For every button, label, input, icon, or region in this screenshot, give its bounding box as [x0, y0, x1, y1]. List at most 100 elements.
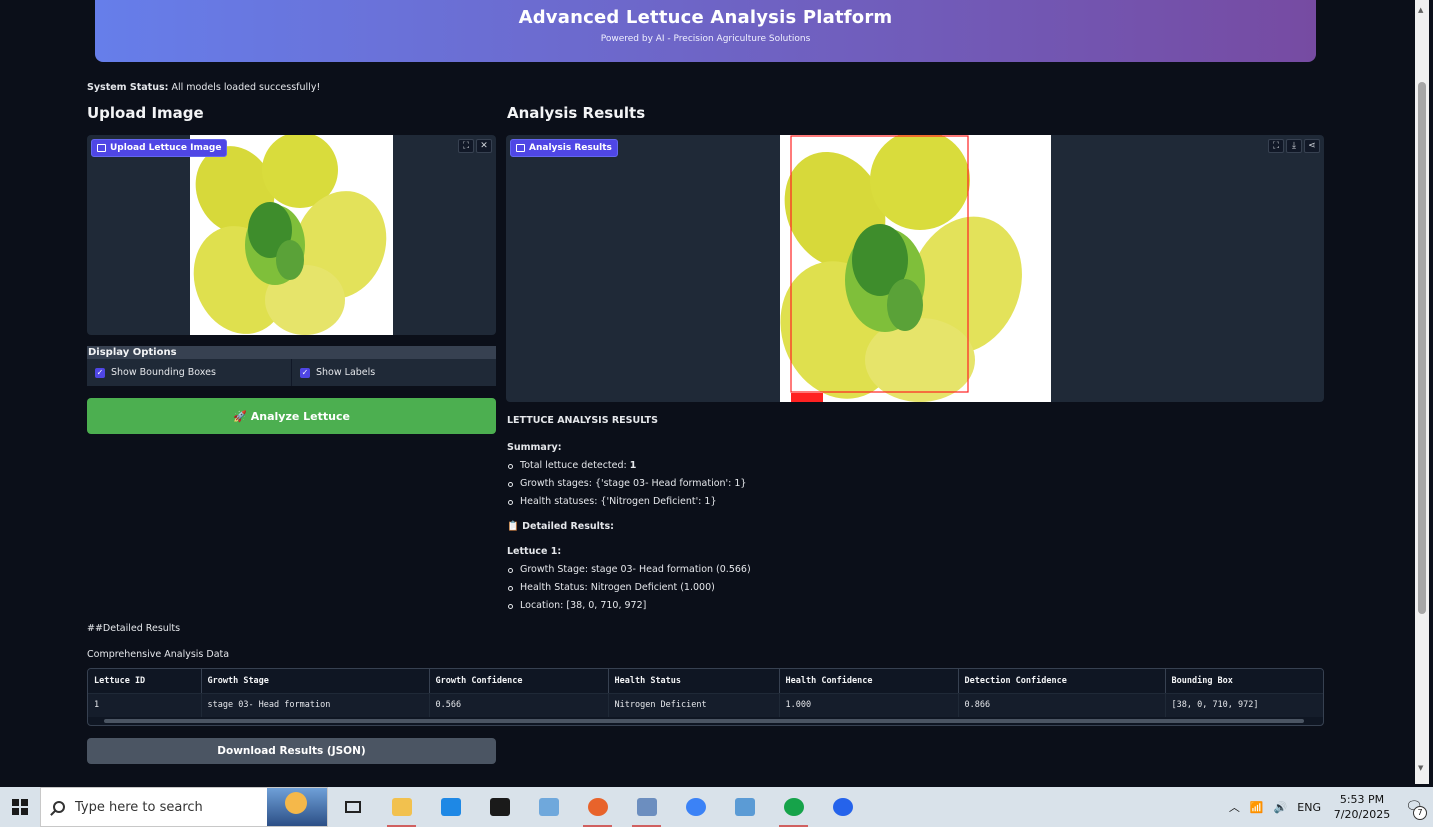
list-item: Growth stages: {'stage 03- Head formatio… — [507, 475, 1107, 493]
app-window: Advanced Lettuce Analysis Platform Power… — [0, 0, 1433, 784]
upload-image-panel[interactable]: Upload Lettuce Image ⛶ ✕ — [87, 135, 496, 335]
bounding-box-label-tag — [791, 393, 823, 402]
lettuce-detail-list: Growth Stage: stage 03- Head formation (… — [507, 561, 1107, 615]
results-chip-label: Analysis Results — [529, 143, 612, 153]
download-results-button[interactable]: Download Results (JSON) — [87, 738, 496, 764]
table-cell[interactable]: 1.000 — [779, 693, 959, 717]
table-header-row: Lettuce ID Growth Stage Growth Confidenc… — [88, 669, 1323, 694]
table-row[interactable]: 1 stage 03- Head formation 0.566 Nitroge… — [88, 693, 1323, 717]
show-labels-label: Show Labels — [316, 367, 376, 378]
task-view-icon[interactable] — [328, 787, 377, 827]
system-status: System Status: All models loaded success… — [87, 82, 320, 93]
page-vertical-scrollbar[interactable]: ▲ ▼ — [1415, 0, 1429, 784]
annotated-lettuce-image — [780, 135, 1051, 402]
show-labels-option[interactable]: ✓ Show Labels — [291, 359, 496, 386]
chrome-icon[interactable] — [671, 787, 720, 827]
annotated-lettuce-illustration — [780, 135, 1051, 402]
zoom-app-icon[interactable] — [818, 787, 867, 827]
table-cell[interactable]: 1 — [88, 693, 202, 717]
rocket-icon: 🚀 — [233, 409, 247, 423]
show-bounding-boxes-option[interactable]: ✓ Show Bounding Boxes — [87, 359, 291, 386]
wifi-icon[interactable]: 📶 — [1250, 801, 1264, 814]
results-section-title: Analysis Results — [507, 104, 646, 122]
list-item: Growth Stage: stage 03- Head formation (… — [507, 561, 1107, 579]
table-cell[interactable]: 0.566 — [429, 693, 609, 717]
status-label: System Status: — [87, 82, 169, 93]
summary-label: Summary: — [507, 442, 562, 453]
display-options-label: Display Options — [87, 346, 496, 359]
close-icon[interactable]: ✕ — [476, 139, 492, 153]
notification-count: 7 — [1413, 806, 1427, 820]
taskbar-search[interactable]: Type here to search — [40, 787, 328, 827]
photos-icon[interactable] — [524, 787, 573, 827]
table-cell[interactable]: 0.866 — [958, 693, 1166, 717]
chevron-up-icon[interactable]: ︿ — [1229, 799, 1240, 815]
list-item: Total lettuce detected: 1 — [507, 457, 1107, 475]
detailed-results-label: 📋 Detailed Results: — [507, 521, 614, 532]
share-icon[interactable]: ⋖ — [1304, 139, 1320, 153]
download-icon[interactable]: ⤓ — [1286, 139, 1302, 153]
results-table: Lettuce ID Growth Stage Growth Confidenc… — [87, 668, 1324, 726]
windows-taskbar: Type here to search ︿ 📶 🔊 ENG 5:53 PM 7/… — [0, 787, 1433, 827]
start-button[interactable] — [0, 787, 40, 827]
column-header[interactable]: Health Confidence — [779, 669, 959, 694]
comprehensive-data-label: Comprehensive Analysis Data — [87, 649, 230, 660]
status-message: All models loaded successfully! — [171, 82, 321, 93]
network-app-icon[interactable] — [622, 787, 671, 827]
taskbar-clock[interactable]: 5:53 PM 7/20/2025 — [1331, 792, 1393, 822]
checkbox-checked-icon[interactable]: ✓ — [95, 367, 105, 378]
column-header[interactable]: Growth Confidence — [429, 669, 609, 694]
upload-chip: Upload Lettuce Image — [91, 139, 228, 157]
column-header[interactable]: Growth Stage — [201, 669, 430, 694]
clock-time: 5:53 PM — [1339, 793, 1385, 806]
column-header[interactable]: Detection Confidence — [958, 669, 1166, 694]
display-options: Display Options ✓ Show Bounding Boxes ✓ … — [87, 346, 496, 388]
app-title: Advanced Lettuce Analysis Platform — [518, 7, 893, 28]
results-heading: LETTUCE ANALYSIS RESULTS — [507, 415, 659, 426]
file-explorer-icon[interactable] — [377, 787, 426, 827]
search-highlight-art — [267, 788, 327, 826]
show-bounding-boxes-label: Show Bounding Boxes — [111, 367, 216, 378]
detailed-results-heading: ##Detailed Results — [87, 623, 181, 634]
upload-toolbar: ⛶ ✕ — [458, 139, 492, 153]
results-chip: Analysis Results — [510, 139, 618, 157]
table-cell[interactable]: [38, 0, 710, 972] — [1165, 693, 1323, 717]
edge-icon[interactable] — [769, 787, 818, 827]
notes-app-icon[interactable] — [720, 787, 769, 827]
scroll-up-icon[interactable]: ▲ — [1418, 6, 1423, 14]
analyze-lettuce-label: Analyze Lettuce — [250, 409, 350, 423]
results-toolbar: ⛶ ⤓ ⋖ — [1268, 139, 1320, 153]
list-item: Health statuses: {'Nitrogen Deficient': … — [507, 493, 1107, 511]
fullscreen-icon[interactable]: ⛶ — [458, 139, 474, 153]
search-icon — [53, 801, 65, 813]
system-tray: ︿ 📶 🔊 ENG 5:53 PM 7/20/2025 🗨 7 — [1229, 787, 1433, 827]
volume-icon[interactable]: 🔊 — [1274, 801, 1288, 814]
image-icon — [516, 144, 525, 152]
scrollbar-thumb[interactable] — [1418, 82, 1426, 614]
clock-date: 7/20/2025 — [1333, 808, 1391, 821]
lettuce-1-label: Lettuce 1: — [507, 546, 562, 557]
analyze-lettuce-button[interactable]: 🚀 Analyze Lettuce — [87, 398, 496, 434]
search-placeholder: Type here to search — [75, 799, 203, 815]
table-horizontal-scrollbar[interactable] — [104, 719, 1304, 723]
lettuce-illustration — [190, 135, 393, 335]
column-header[interactable]: Lettuce ID — [88, 669, 202, 694]
terminal-icon[interactable] — [475, 787, 524, 827]
table-cell[interactable]: stage 03- Head formation — [201, 693, 430, 717]
column-header[interactable]: Health Status — [608, 669, 780, 694]
fullscreen-icon[interactable]: ⛶ — [1268, 139, 1284, 153]
summary-list: Total lettuce detected: 1 Growth stages:… — [507, 457, 1107, 511]
vscode-icon[interactable] — [426, 787, 475, 827]
list-item: Location: [38, 0, 710, 972] — [507, 597, 1107, 615]
table-cell[interactable]: Nitrogen Deficient — [608, 693, 780, 717]
list-item: Health Status: Nitrogen Deficient (1.000… — [507, 579, 1107, 597]
language-indicator[interactable]: ENG — [1297, 801, 1321, 814]
scroll-down-icon[interactable]: ▼ — [1418, 764, 1423, 772]
image-icon — [97, 144, 106, 152]
checkbox-checked-icon[interactable]: ✓ — [300, 367, 310, 378]
column-header[interactable]: Bounding Box — [1165, 669, 1323, 694]
analysis-results-panel[interactable]: Analysis Results ⛶ ⤓ ⋖ — [506, 135, 1324, 402]
notification-center-icon[interactable]: 🗨 7 — [1403, 796, 1427, 820]
app-subtitle: Powered by AI - Precision Agriculture So… — [600, 34, 811, 44]
firefox-icon[interactable] — [573, 787, 622, 827]
